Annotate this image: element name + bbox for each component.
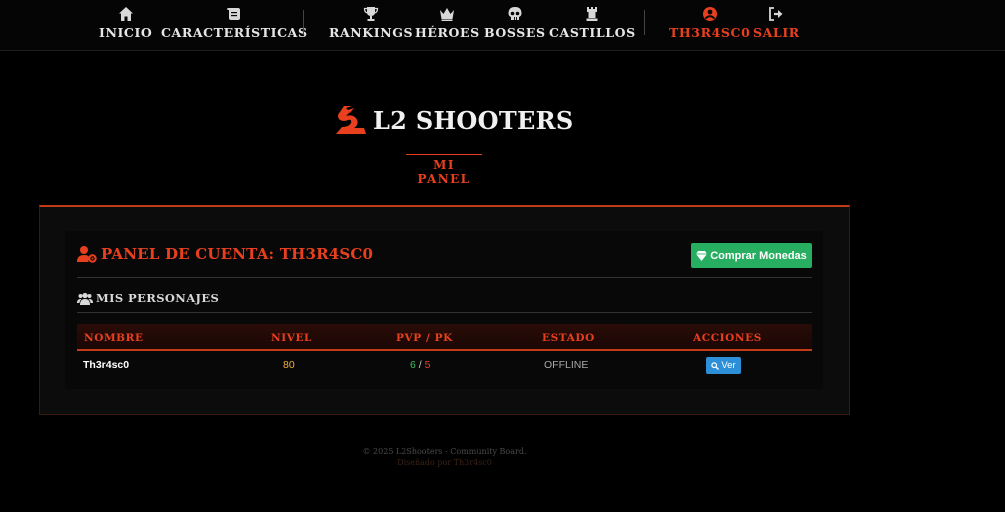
user-cog-icon bbox=[77, 246, 97, 263]
view-character-button[interactable]: Ver bbox=[706, 357, 741, 374]
nav-user[interactable]: TH3R4SC0 bbox=[669, 6, 750, 40]
home-icon bbox=[118, 7, 133, 21]
buy-coins-button[interactable]: Comprar Monedas bbox=[691, 243, 812, 268]
nav-logout[interactable]: SALIR bbox=[753, 6, 800, 40]
nav-label: CARACTERÍSTICAS bbox=[161, 25, 308, 40]
dragon-logo-icon bbox=[336, 106, 366, 134]
search-icon bbox=[711, 361, 720, 370]
panel-title: PANEL DE CUENTA: TH3R4SC0 bbox=[77, 245, 373, 263]
character-name: Th3r4sc0 bbox=[83, 359, 130, 371]
table-header: NOMBRE NIVEL PVP / PK ESTADO ACCIONES bbox=[77, 324, 812, 351]
nav-caracteristicas[interactable]: CARACTERÍSTICAS bbox=[161, 6, 308, 40]
character-level: 80 bbox=[283, 359, 295, 371]
gem-icon bbox=[696, 250, 708, 261]
footer-copyright: © 2025 L2Shooters - Community Board. bbox=[362, 447, 527, 456]
th-acciones: ACCIONES bbox=[693, 332, 762, 344]
pvp-separator: / bbox=[415, 359, 425, 371]
th-nivel: NIVEL bbox=[271, 332, 313, 344]
nav-castillos[interactable]: CASTILLOS bbox=[549, 6, 636, 40]
sign-out-icon bbox=[769, 7, 783, 21]
nav-divider bbox=[303, 10, 304, 35]
nav-label: RANKINGS bbox=[329, 25, 414, 40]
nav-rankings[interactable]: RANKINGS bbox=[329, 6, 413, 40]
table-row: Th3r4sc0 80 6 / 5 OFFLINE Ver bbox=[77, 353, 812, 377]
subtitle-divider bbox=[406, 154, 482, 155]
logo-text: L2 SHOOTERS bbox=[373, 105, 574, 135]
divider bbox=[77, 277, 812, 278]
nav-label: INICIO bbox=[99, 25, 153, 40]
nav-user-label: TH3R4SC0 bbox=[669, 25, 751, 40]
scroll-icon bbox=[227, 8, 241, 20]
nav-label: HÉROES bbox=[415, 25, 480, 40]
nav-inicio[interactable]: INICIO bbox=[99, 6, 152, 40]
th-pvp-pk: PVP / PK bbox=[396, 332, 453, 344]
nav-heroes[interactable]: HÉROES bbox=[415, 6, 480, 40]
th-estado: ESTADO bbox=[542, 332, 595, 344]
section-title: MIS PERSONAJES bbox=[77, 291, 219, 305]
nav-logout-label: SALIR bbox=[753, 25, 800, 40]
trophy-icon bbox=[363, 7, 379, 21]
crown-icon bbox=[440, 8, 455, 21]
character-pvp-pk: 6 / 5 bbox=[410, 359, 430, 371]
skull-icon bbox=[508, 7, 522, 20]
user-circle-icon bbox=[702, 7, 717, 21]
pk-value: 5 bbox=[424, 359, 431, 371]
character-status: OFFLINE bbox=[544, 359, 589, 371]
nav-label: CASTILLOS bbox=[549, 25, 636, 40]
top-nav: INICIO CARACTERÍSTICAS RANKINGS HÉROES B… bbox=[0, 0, 1005, 51]
site-logo[interactable]: L2 SHOOTERS bbox=[334, 104, 573, 136]
nav-divider bbox=[644, 10, 645, 35]
users-icon bbox=[77, 292, 93, 305]
th-nombre: NOMBRE bbox=[84, 332, 144, 344]
page-title: MI PANEL bbox=[417, 158, 471, 186]
nav-bosses[interactable]: BOSSES bbox=[484, 6, 546, 40]
nav-label: BOSSES bbox=[484, 25, 546, 40]
castle-icon bbox=[586, 7, 598, 21]
divider bbox=[77, 312, 812, 313]
footer-designed-by: Diseñado por Th3r4sc0 bbox=[397, 458, 492, 467]
